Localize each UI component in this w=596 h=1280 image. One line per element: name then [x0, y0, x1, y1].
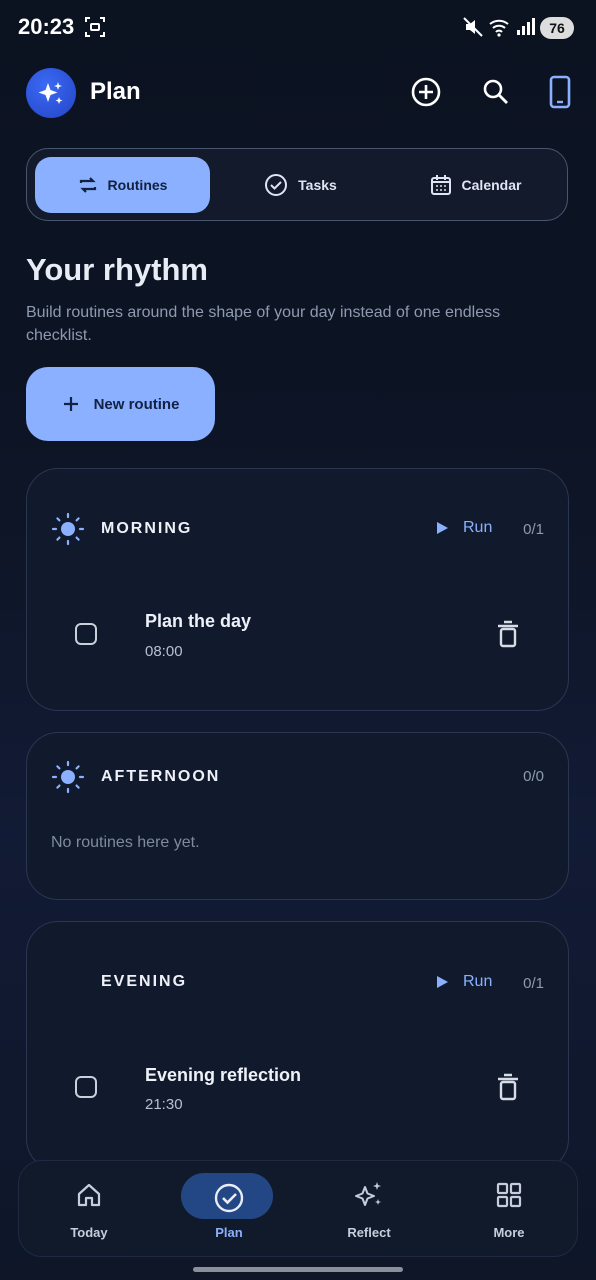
page-subtitle: Build routines around the shape of your … — [26, 304, 501, 344]
routine-checkbox[interactable] — [75, 1076, 97, 1098]
sparkles-icon — [355, 1182, 381, 1206]
add-button[interactable] — [408, 74, 444, 110]
check-circle-icon — [265, 174, 288, 196]
tab-label: Calendar — [461, 177, 522, 193]
nav-label: Plan — [215, 1225, 243, 1240]
progress-count: 0/1 — [523, 521, 544, 538]
status-time: 20:23 — [18, 14, 75, 39]
view-switcher: Routines Tasks Calendar — [26, 148, 568, 221]
sun-icon — [51, 760, 85, 794]
moon-icon — [60, 969, 73, 995]
tab-label: Tasks — [298, 177, 337, 193]
progress-count: 0/0 — [523, 768, 544, 785]
routine-item-time: 08:00 — [145, 643, 183, 660]
run-button[interactable]: Run — [435, 519, 492, 537]
tab-tasks[interactable]: Tasks — [213, 157, 388, 213]
routine-card-evening: EVENING Run 0/1 Evening reflection 21:30 — [26, 921, 569, 1171]
calendar-icon — [430, 175, 451, 195]
nav-plan[interactable]: Plan — [159, 1161, 299, 1258]
delete-icon[interactable] — [496, 1073, 520, 1101]
run-label: Run — [463, 973, 493, 990]
nav-label: Reflect — [347, 1225, 391, 1240]
routine-item-title: Evening reflection — [145, 1065, 302, 1085]
signal-icon — [517, 18, 535, 35]
nav-label: Today — [70, 1225, 108, 1240]
screenshot-icon — [85, 17, 105, 37]
home-indicator[interactable] — [193, 1267, 403, 1272]
routine-checkbox[interactable] — [75, 623, 97, 645]
plus-icon — [63, 397, 78, 411]
bottom-navigation: Today Plan Reflect More — [18, 1160, 578, 1257]
battery-indicator: 76 — [540, 17, 574, 39]
card-title: EVENING — [101, 973, 188, 990]
device-icon[interactable] — [542, 74, 578, 110]
app-title: Plan — [90, 78, 141, 105]
empty-state-text: No routines here yet. — [51, 834, 200, 851]
app-bar: Plan — [0, 56, 596, 130]
new-routine-button[interactable]: New routine — [26, 367, 215, 441]
wifi-icon — [489, 19, 509, 37]
run-button[interactable]: Run — [435, 973, 492, 991]
routine-item-title: Plan the day — [145, 611, 252, 631]
repeat-icon — [79, 177, 96, 193]
tab-label: Routines — [107, 177, 168, 193]
new-routine-label: New routine — [93, 395, 180, 413]
routine-item-time: 21:30 — [145, 1096, 183, 1113]
page-title: Your rhythm — [26, 252, 208, 287]
search-button[interactable] — [478, 74, 514, 110]
delete-icon[interactable] — [496, 620, 520, 648]
card-title: MORNING — [101, 520, 193, 537]
nav-today[interactable]: Today — [19, 1161, 159, 1258]
app-logo — [26, 68, 76, 118]
sun-icon — [51, 512, 85, 546]
nav-reflect[interactable]: Reflect — [299, 1161, 439, 1258]
sparkles-icon — [38, 82, 63, 104]
progress-count: 0/1 — [523, 975, 544, 992]
tab-calendar[interactable]: Calendar — [388, 157, 563, 213]
grid-icon — [496, 1182, 522, 1208]
run-label: Run — [463, 519, 493, 536]
routine-card-afternoon: AFTERNOON 0/0 No routines here yet. — [26, 732, 569, 900]
nav-label: More — [493, 1225, 525, 1240]
mute-icon — [463, 17, 483, 37]
home-icon — [77, 1183, 101, 1207]
routine-card-morning: MORNING Run 0/1 Plan the day 08:00 — [26, 468, 569, 711]
check-circle-icon — [214, 1183, 244, 1213]
nav-more[interactable]: More — [439, 1161, 579, 1258]
tab-routines[interactable]: Routines — [35, 157, 210, 213]
card-title: AFTERNOON — [101, 768, 221, 785]
play-icon — [437, 522, 448, 534]
status-bar: 20:23 76 — [0, 0, 596, 56]
play-icon — [437, 976, 448, 988]
